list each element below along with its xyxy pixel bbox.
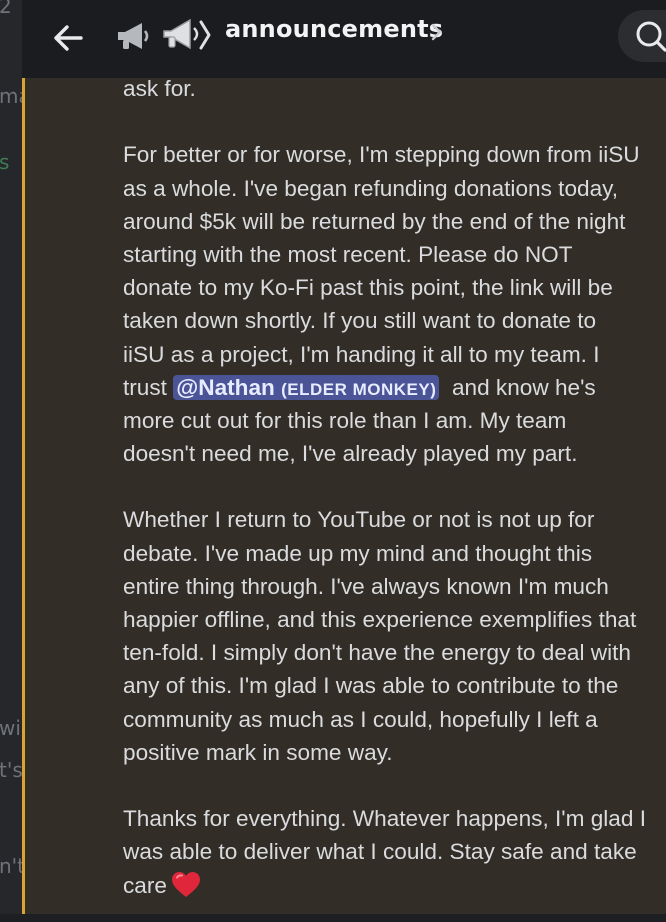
mention-role: (ELDER MONKEY) <box>281 379 437 399</box>
text-line: For better or for worse, I'm stepping do… <box>123 142 640 168</box>
mention-prefix: trust <box>123 374 174 400</box>
text-line: doesn't need me, I've already played my … <box>123 441 578 467</box>
channel-name[interactable]: announcements <box>225 15 443 43</box>
red-heart-icon <box>171 871 200 897</box>
background-channel-list: 2 ma s wi t's n't <box>0 0 22 922</box>
text-line: community as much as I could, hopefully … <box>123 706 598 732</box>
text-line: around $5k will be returned by the end o… <box>123 208 626 234</box>
message-content: ask for. For better or for worse, I'm st… <box>123 76 666 922</box>
text-line: as a whole. I've began refunding donatio… <box>123 175 619 201</box>
back-button[interactable] <box>48 18 88 58</box>
megaphone-icon <box>118 23 149 49</box>
text-line-closing: care <box>123 869 666 902</box>
bottom-divider <box>0 914 666 922</box>
text-line: more cut out for this role than I am. My… <box>123 407 567 433</box>
left-fragment: wi <box>0 716 21 740</box>
message-paragraph: For better or for worse, I'm stepping do… <box>123 138 666 470</box>
mention-name: @Nathan <box>176 374 275 400</box>
text-line: was able to deliver what I could. Stay s… <box>123 839 637 865</box>
text-line-with-mention: trust @Nathan (ELDER MONKEY) and know he… <box>123 371 666 404</box>
channel-header: announcements <box>22 0 666 78</box>
chevron-right-icon[interactable] <box>430 20 444 44</box>
text-line: positive mark in some way. <box>123 739 393 765</box>
left-fragment: t's <box>0 758 22 782</box>
search-button[interactable] <box>618 10 666 62</box>
discord-screen: 2 ma s wi t's n't announcements <box>0 0 666 922</box>
text-line: Whether I return to YouTube or not is no… <box>123 507 595 533</box>
mention-highlight-bar <box>22 78 25 914</box>
text-line: starting with the most recent. Please do… <box>123 241 573 267</box>
arrow-left-icon <box>54 25 83 51</box>
announcement-channel-icon <box>163 18 211 50</box>
left-fragment: ma <box>0 84 22 108</box>
text-line: ask for. <box>123 76 196 101</box>
text-line: any of this. I'm glad I was able to cont… <box>123 673 619 699</box>
text-line: taken down shortly. If you still want to… <box>123 308 597 334</box>
text-line: ten-fold. I simply don't have the energy… <box>123 640 631 666</box>
left-fragment: n't <box>0 854 22 878</box>
message-paragraph: ask for. <box>123 72 666 105</box>
highlighted-message[interactable]: ask for. For better or for worse, I'm st… <box>22 76 666 914</box>
closing-text: care <box>123 872 167 898</box>
message-paragraph: Whether I return to YouTube or not is no… <box>123 503 666 769</box>
search-icon <box>636 21 666 52</box>
text-line: happier offline, and this experience exe… <box>123 607 637 632</box>
text-line: Thanks for everything. Whatever happens,… <box>123 806 646 832</box>
text-line: entire thing through. I've always known … <box>123 573 609 599</box>
text-line: donate to my Ko-Fi past this point, the … <box>123 275 613 301</box>
left-fragment: 2 <box>0 0 12 18</box>
left-fragment: s <box>0 150 10 174</box>
mention-suffix: and know he's <box>439 374 596 400</box>
text-line: iiSU as a project, I'm handing it all to… <box>123 341 600 367</box>
user-mention[interactable]: @Nathan (ELDER MONKEY) <box>173 374 440 400</box>
message-paragraph: Thanks for everything. Whatever happens,… <box>123 802 666 902</box>
text-line: debate. I've made up my mind and thought… <box>123 540 593 566</box>
